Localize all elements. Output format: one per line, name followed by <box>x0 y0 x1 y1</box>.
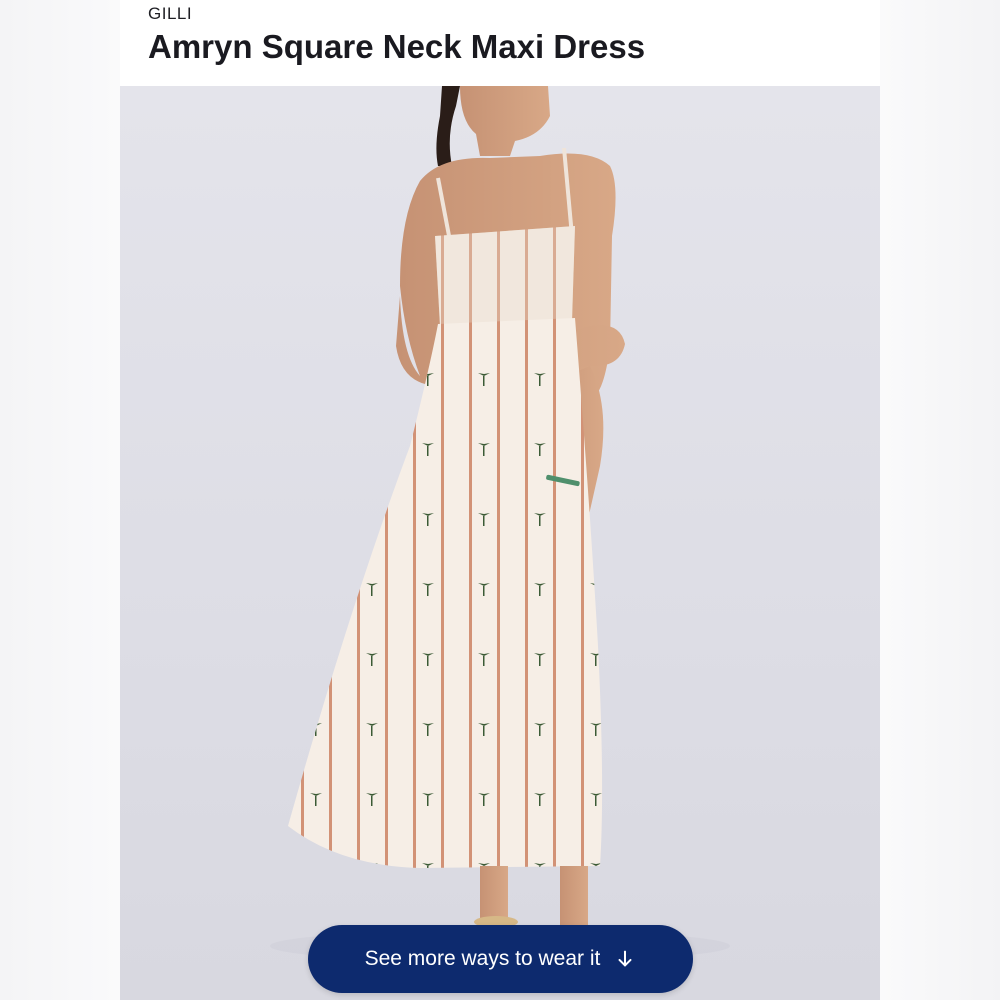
brand-name[interactable]: GILLI <box>148 4 192 24</box>
left-margin <box>0 0 120 1000</box>
arrow-down-icon <box>618 950 632 967</box>
product-image[interactable] <box>120 86 880 1000</box>
see-more-ways-button[interactable]: See more ways to wear it <box>308 925 693 993</box>
cta-label: See more ways to wear it <box>364 947 601 970</box>
product-header: GILLI Amryn Square Neck Maxi Dress <box>120 0 880 86</box>
model-illustration <box>270 86 730 962</box>
right-margin <box>880 0 1000 1000</box>
product-title: Amryn Square Neck Maxi Dress <box>148 28 646 65</box>
